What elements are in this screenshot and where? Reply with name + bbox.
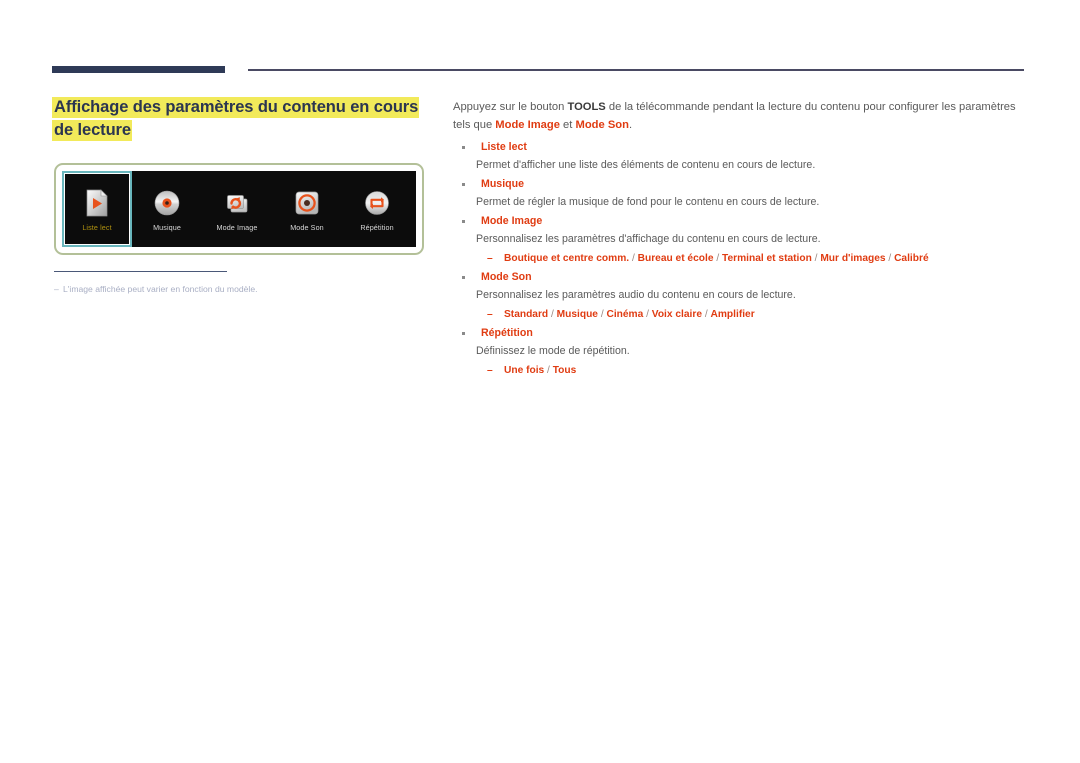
option-separator: / <box>629 253 638 264</box>
bullet-square-icon <box>462 146 465 149</box>
option-dash-icon: – <box>487 253 493 264</box>
item-description: Définissez le mode de répétition. <box>476 345 630 357</box>
intro-tools-keyword: TOOLS <box>567 101 606 113</box>
option-value: Cinéma <box>606 309 644 320</box>
osd-tile-mode-image[interactable]: Mode Image <box>202 171 272 247</box>
option-row: – Boutique et centre comm. / Bureau et éc… <box>481 250 1028 267</box>
option-row: – Standard / Musique / Cinéma / Voix clai… <box>481 306 1028 323</box>
header-divider-line <box>248 69 1024 71</box>
option-value: Mur d'images <box>820 253 886 264</box>
caption-divider <box>54 271 227 272</box>
intro-paragraph: Appuyez sur le bouton TOOLS de la téléco… <box>453 99 1028 134</box>
item-description: Personnalisez les paramètres audio du co… <box>476 289 796 301</box>
option-value: Une fois <box>504 365 545 376</box>
list-item: Répétition Définissez le mode de répétit… <box>453 325 1028 379</box>
bullet-square-icon <box>462 276 465 279</box>
osd-tile-label: Mode Son <box>290 223 324 232</box>
bullet-square-icon <box>462 183 465 186</box>
intro-part3: et <box>559 118 576 131</box>
osd-tile-liste-lect[interactable]: Liste lect <box>62 171 132 247</box>
header-accent-bar <box>52 66 225 73</box>
option-value: Tous <box>552 365 577 376</box>
option-value: Voix claire <box>651 309 703 320</box>
osd-tile-label: Mode Image <box>216 223 258 232</box>
item-options: – Une fois / Tous <box>481 362 1028 379</box>
item-title: Musique <box>481 178 524 190</box>
playlist-file-icon <box>80 186 114 220</box>
caption-dash: – <box>54 284 59 294</box>
intro-part1: Appuyez sur le bouton <box>453 101 568 113</box>
sound-mode-speaker-icon <box>290 186 324 220</box>
bullet-square-icon <box>462 332 465 335</box>
item-title: Mode Image <box>481 215 543 227</box>
osd-tile-label: Répétition <box>360 223 394 232</box>
osd-tile-repetition[interactable]: Répétition <box>342 171 412 247</box>
osd-screen: Liste lect Musique Mode Image Mode Son R… <box>62 171 416 247</box>
option-separator: / <box>713 253 722 264</box>
option-row: – Une fois / Tous <box>481 362 1028 379</box>
option-dash-icon: – <box>487 365 493 376</box>
item-options: – Boutique et centre comm. / Bureau et éc… <box>481 250 1028 267</box>
music-disc-icon <box>150 186 184 220</box>
option-dash-icon: – <box>487 309 493 320</box>
item-title: Répétition <box>481 327 533 339</box>
figure-caption: – L'image affichée peut varier en fonctio… <box>54 283 434 296</box>
osd-tile-label: Liste lect <box>82 223 112 232</box>
option-value: Amplifier <box>710 309 755 320</box>
osd-screenshot-figure: Liste lect Musique Mode Image Mode Son R… <box>54 163 424 255</box>
osd-tile-musique[interactable]: Musique <box>132 171 202 247</box>
content-column: Appuyez sur le bouton TOOLS de la téléco… <box>453 99 1028 381</box>
item-description: Personnalisez les paramètres d'affichage… <box>476 233 821 245</box>
option-separator: / <box>885 253 895 264</box>
option-separator: / <box>544 365 553 376</box>
option-separator: / <box>702 309 711 320</box>
picture-mode-refresh-icon <box>220 186 254 220</box>
option-value: Terminal et station <box>721 253 812 264</box>
list-item: Musique Permet de régler la musique de f… <box>453 176 1028 211</box>
list-item: Liste lect Permet d'afficher une liste d… <box>453 139 1028 174</box>
option-separator: / <box>643 309 652 320</box>
item-options: – Standard / Musique / Cinéma / Voix clai… <box>481 306 1028 323</box>
intro-mode-image-keyword: Mode Image <box>495 118 560 131</box>
item-title: Mode Son <box>481 271 532 283</box>
item-title: Liste lect <box>481 141 527 153</box>
option-value: Calibré <box>894 253 929 264</box>
bullet-square-icon <box>462 220 465 223</box>
intro-mode-son-keyword: Mode Son <box>575 118 629 131</box>
settings-list: Liste lect Permet d'afficher une liste d… <box>453 139 1028 379</box>
option-value: Boutique et centre comm. <box>504 253 630 264</box>
item-description: Permet d'afficher une liste des éléments… <box>476 159 816 171</box>
item-description: Permet de régler la musique de fond pour… <box>476 196 820 208</box>
option-value: Musique <box>556 309 598 320</box>
osd-tile-mode-son[interactable]: Mode Son <box>272 171 342 247</box>
page-title-text: Affichage des paramètres du contenu en c… <box>52 97 420 141</box>
osd-empty-area <box>412 171 416 247</box>
osd-tile-label: Musique <box>153 223 181 232</box>
page-title: Affichage des paramètres du contenu en c… <box>52 96 424 142</box>
list-item: Mode Image Personnalisez les paramètres … <box>453 213 1028 267</box>
option-value: Standard <box>504 309 549 320</box>
repeat-loop-icon <box>360 186 394 220</box>
caption-text: L'image affichée peut varier en fonction… <box>63 284 258 294</box>
intro-part4: . <box>628 118 633 131</box>
option-value: Bureau et école <box>637 253 714 264</box>
list-item: Mode Son Personnalisez les paramètres au… <box>453 269 1028 323</box>
option-separator: / <box>548 309 557 320</box>
